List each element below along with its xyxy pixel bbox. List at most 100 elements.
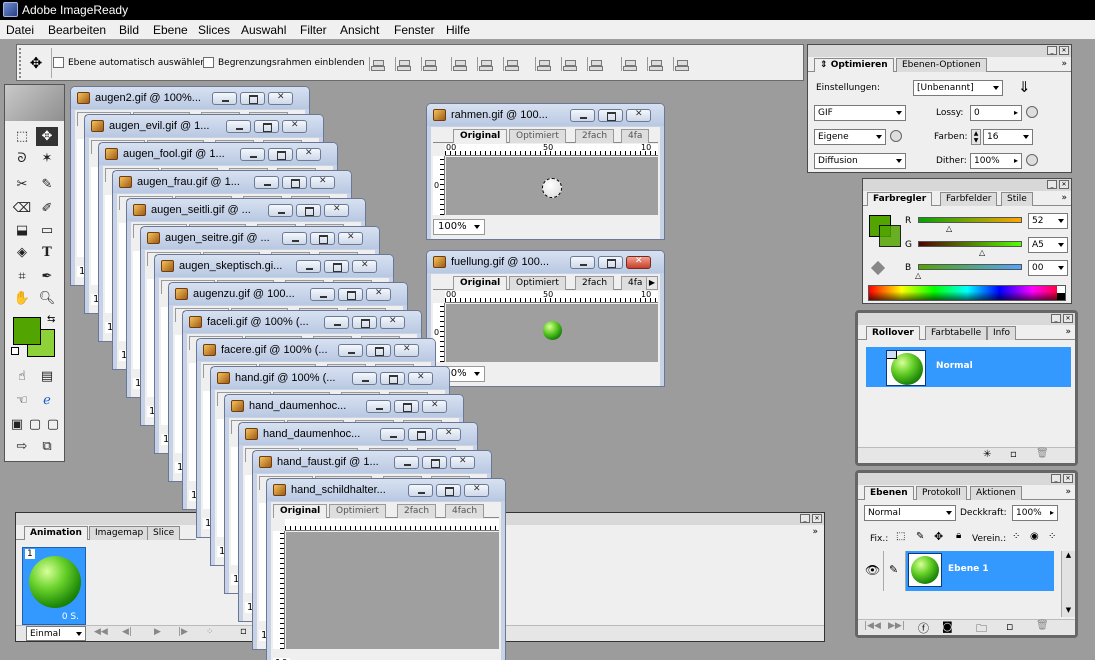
bg-color-swatch[interactable] xyxy=(879,225,901,247)
menu-ebene[interactable]: Ebene xyxy=(153,23,188,37)
lock-position-icon[interactable]: ✥ xyxy=(934,530,943,543)
document-window-titlebar[interactable]: augen_seitre.gif @ ... xyxy=(141,227,379,249)
maximize-button[interactable] xyxy=(422,456,447,469)
tab-farbfelder[interactable]: Farbfelder xyxy=(940,192,998,206)
menu-auswahl[interactable]: Auswahl xyxy=(241,23,286,37)
maximize-button[interactable] xyxy=(394,400,419,413)
layer-row-ebene-1[interactable]: Ebene 1 xyxy=(906,551,1054,591)
distribute-hcenter-icon[interactable] xyxy=(647,57,663,71)
tab-slice[interactable]: Slice xyxy=(147,526,181,540)
panel-minimize-button[interactable]: _ xyxy=(1051,314,1061,323)
blend-mode-select[interactable]: Normal xyxy=(864,505,956,521)
distribute-vcenter-icon[interactable] xyxy=(561,57,583,71)
panel-menu-icon[interactable]: » xyxy=(1065,487,1071,497)
tab-optimiert[interactable]: Optimiert xyxy=(329,504,386,518)
minimize-button[interactable] xyxy=(570,109,595,122)
align-right-icon[interactable] xyxy=(503,57,519,71)
menu-bild[interactable]: Bild xyxy=(119,23,139,37)
panel-menu-icon[interactable]: » xyxy=(1061,193,1067,203)
frame-delay[interactable]: 0 S. xyxy=(62,612,79,622)
maximize-button[interactable] xyxy=(598,109,623,122)
eye-icon[interactable]: 👁︎ xyxy=(865,563,880,577)
tab-aktionen[interactable]: Aktionen xyxy=(970,486,1022,500)
document-window-titlebar[interactable]: augen2.gif @ 100%... xyxy=(71,87,309,109)
maximize-button[interactable] xyxy=(310,232,335,245)
fuellung-document-window[interactable]: fuellung.gif @ 100... Original Optimiert… xyxy=(426,250,665,387)
tab-original[interactable]: Original xyxy=(453,276,508,290)
close-button[interactable] xyxy=(394,344,419,357)
tab-ebenen-optionen[interactable]: Ebenen-Optionen xyxy=(896,58,987,72)
document-window-titlebar[interactable]: hand_faust.gif @ 1... xyxy=(253,451,491,473)
full-screen-mode-icon[interactable]: ▢ xyxy=(45,415,61,434)
palette-select[interactable]: Eigene xyxy=(814,129,886,145)
tween-icon[interactable]: ⁘ xyxy=(206,627,214,637)
lossy-input[interactable]: 0 ▸ xyxy=(970,105,1022,121)
close-button[interactable] xyxy=(464,484,489,497)
fuellung-canvas[interactable] xyxy=(446,304,658,362)
dither-method-select[interactable]: Diffusion xyxy=(814,153,906,169)
maximize-button[interactable] xyxy=(598,256,623,269)
zoom-level-select[interactable]: 100% xyxy=(433,219,485,235)
optimize-menu-icon[interactable]: ⇓ xyxy=(1018,78,1031,96)
document-window-titlebar[interactable]: hand_daumenhoc... xyxy=(225,395,463,417)
close-button[interactable] xyxy=(422,400,447,413)
lock-image-icon[interactable]: ✎ xyxy=(916,531,924,542)
menu-ansicht[interactable]: Ansicht xyxy=(340,23,379,37)
full-screen-menu-mode-icon[interactable]: ▢ xyxy=(27,415,43,434)
minimize-button[interactable] xyxy=(296,260,321,273)
palette-mask-icon[interactable] xyxy=(890,130,902,142)
menu-hilfe[interactable]: Hilfe xyxy=(446,23,470,37)
panel-menu-icon[interactable]: » xyxy=(1061,59,1067,69)
r-slider[interactable] xyxy=(918,217,1022,223)
close-button[interactable] xyxy=(310,176,335,189)
stamp-tool-icon[interactable]: ⬓ xyxy=(11,221,33,240)
g-slider-thumb[interactable]: △ xyxy=(979,248,985,257)
minimize-button[interactable] xyxy=(352,372,377,385)
maximize-button[interactable] xyxy=(282,176,307,189)
panel-close-button[interactable]: ✕ xyxy=(1059,46,1069,55)
tab-stile[interactable]: Stile xyxy=(1001,192,1033,206)
toggle-slice-visibility-icon[interactable]: ▤ xyxy=(36,367,58,386)
layer-style-icon[interactable]: ⓕ xyxy=(918,620,929,636)
layers-scrollbar[interactable]: ▲ ▼ xyxy=(1061,551,1075,617)
panel-minimize-button[interactable]: _ xyxy=(800,514,810,523)
swap-colors-icon[interactable]: ⇆ xyxy=(47,314,55,325)
minimize-button[interactable] xyxy=(310,288,335,301)
close-button[interactable] xyxy=(366,288,391,301)
close-button[interactable] xyxy=(380,316,405,329)
panel-minimize-button[interactable]: _ xyxy=(1047,180,1057,189)
close-button[interactable] xyxy=(436,428,461,441)
menu-bearbeiten[interactable]: Bearbeiten xyxy=(48,23,106,37)
paint-bucket-tool-icon[interactable]: ◈ xyxy=(11,243,33,262)
animation-frame-1[interactable]: 1 0 S. xyxy=(22,547,86,625)
minimize-button[interactable] xyxy=(324,316,349,329)
minimize-button[interactable] xyxy=(212,92,237,105)
close-button[interactable] xyxy=(324,204,349,217)
tab-2fach[interactable]: 2fach xyxy=(397,504,437,518)
crop-slice-tool-icon[interactable]: ✂ xyxy=(11,175,33,194)
move-tool-icon[interactable]: ✥ xyxy=(25,53,47,73)
maximize-button[interactable] xyxy=(338,288,363,301)
tab-animation[interactable]: Animation xyxy=(24,526,88,540)
play-icon[interactable]: ▶ xyxy=(154,627,161,637)
close-button[interactable] xyxy=(408,372,433,385)
align-vcenter-icon[interactable] xyxy=(395,57,411,71)
distribute-bottom-icon[interactable] xyxy=(587,57,609,71)
rollover-panel-header[interactable]: _ ✕ xyxy=(858,313,1075,325)
maximize-button[interactable] xyxy=(408,428,433,441)
panel-close-button[interactable]: ✕ xyxy=(1063,314,1073,323)
tab-2fach[interactable]: 2fach xyxy=(575,129,615,143)
document-window-titlebar[interactable]: augenzu.gif @ 100... xyxy=(169,283,407,305)
document-window-titlebar[interactable]: hand.gif @ 100% (... xyxy=(211,367,449,389)
panel-menu-icon[interactable]: » xyxy=(812,527,818,537)
tab-farbregler[interactable]: Farbregler xyxy=(867,192,933,206)
panel-menu-icon[interactable]: » xyxy=(1065,327,1071,337)
tab-imagemap[interactable]: Imagemap xyxy=(89,526,150,540)
dither-mask-icon[interactable] xyxy=(1026,154,1038,166)
align-left-icon[interactable] xyxy=(451,57,467,71)
imagemap-visibility-icon[interactable]: ☜ xyxy=(11,391,33,410)
delete-state-icon[interactable]: 🗑︎ xyxy=(1036,448,1049,459)
new-group-icon[interactable]: 🗀︎ xyxy=(976,620,987,639)
document-canvas[interactable] xyxy=(286,532,499,649)
maximize-button[interactable] xyxy=(380,372,405,385)
